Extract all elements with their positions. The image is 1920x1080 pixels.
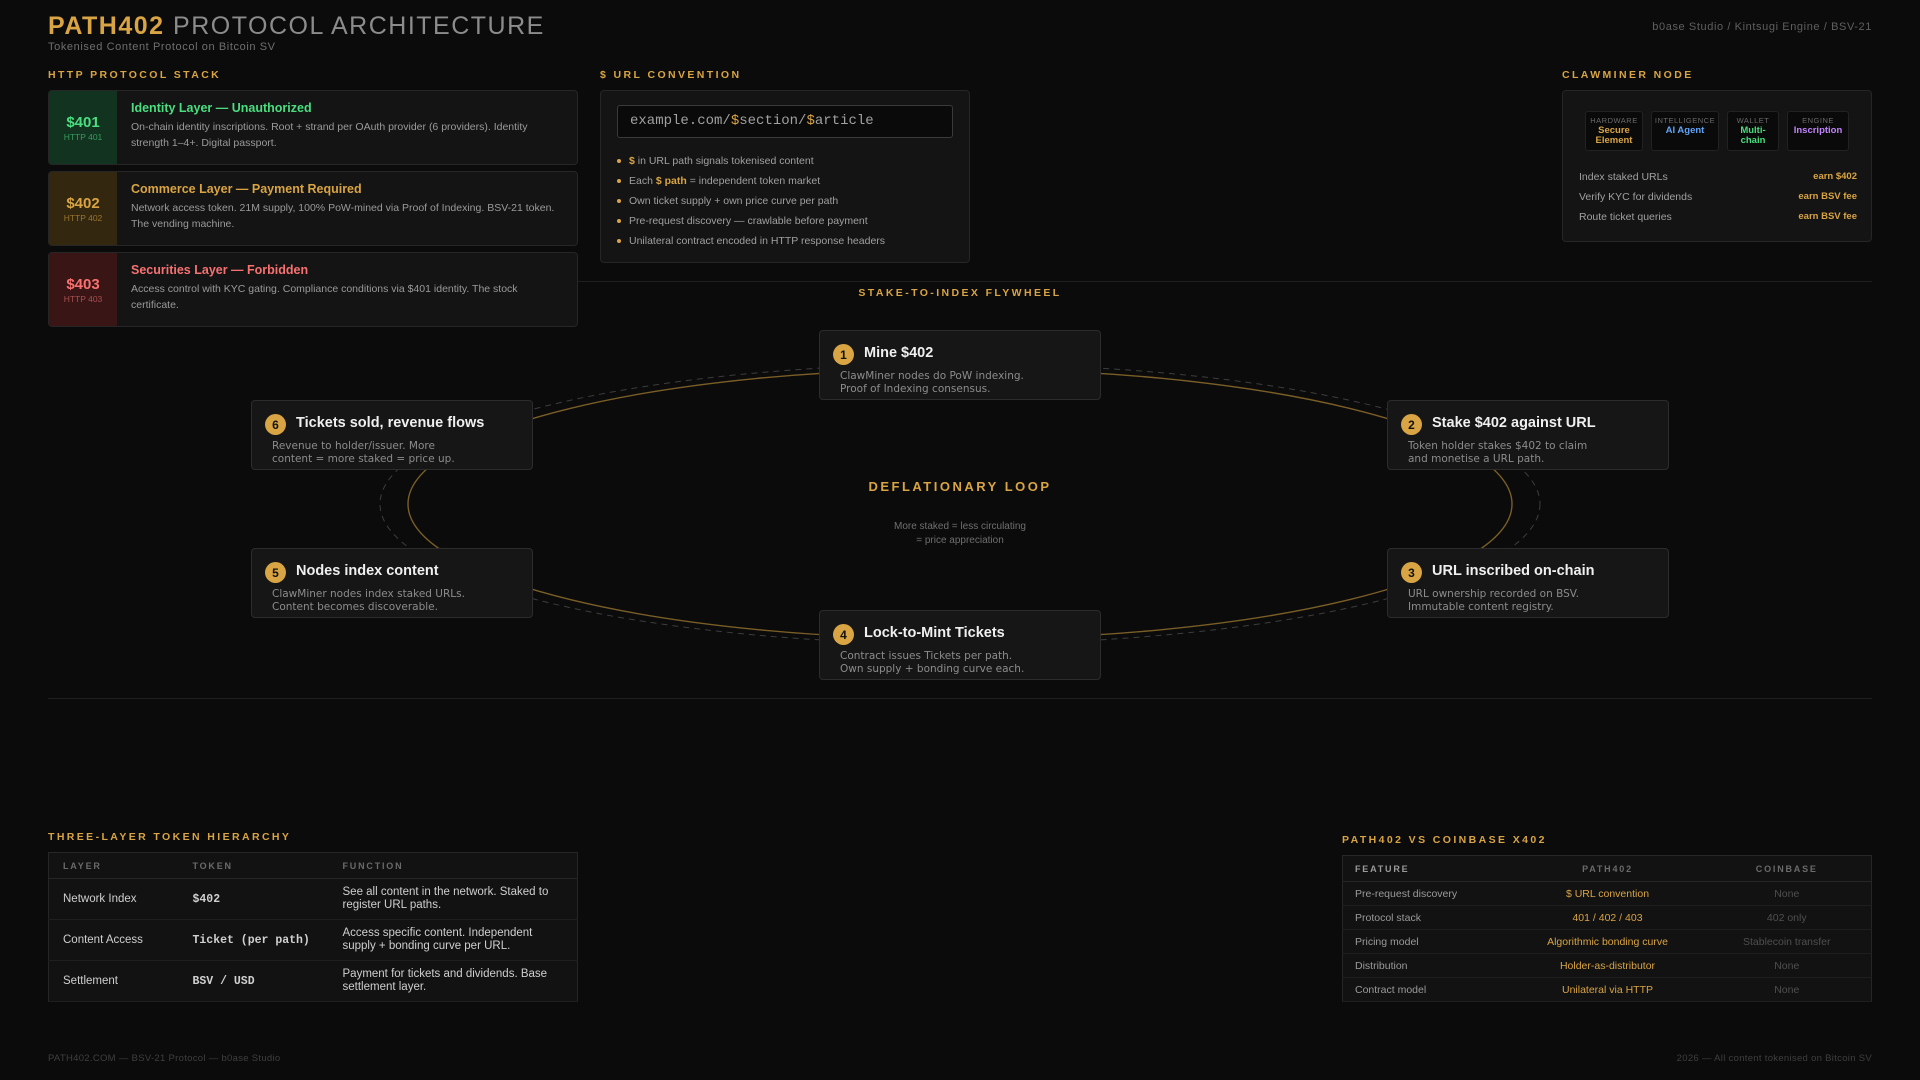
step-number: 6 [265, 414, 286, 435]
step-number: 3 [1401, 562, 1422, 583]
flywheel-step-2: 2 Stake $402 against URL Token holder st… [1387, 400, 1669, 470]
table-row: Network Index $402 See all content in th… [48, 878, 578, 920]
flywheel-step-5: 5 Nodes index content ClawMiner nodes in… [251, 548, 533, 618]
comparison-label: PATH402 VS COINBASE X402 [1342, 834, 1547, 846]
flywheel-step-3: 3 URL inscribed on-chain URL ownership r… [1387, 548, 1669, 618]
step-title: Stake $402 against URL [1432, 415, 1596, 431]
table-row: Pre-request discovery $ URL convention Non… [1342, 881, 1872, 906]
table-row: Contract model Unilateral via HTTP None [1342, 977, 1872, 1002]
step-number: 1 [833, 344, 854, 365]
step-desc: Revenue to holder/issuer. More content = … [272, 440, 455, 466]
step-title: Tickets sold, revenue flows [296, 415, 485, 431]
step-title: URL inscribed on-chain [1432, 563, 1595, 579]
hierarchy-table: LAYER TOKEN FUNCTION Network Index $402 … [48, 852, 578, 1002]
step-desc: ClawMiner nodes index staked URLs. Conten… [272, 588, 465, 614]
step-number: 4 [833, 624, 854, 645]
step-number: 5 [265, 562, 286, 583]
footer-right: 2026 — All content tokenised on Bitcoin … [1676, 1053, 1872, 1064]
table-header-row: LAYER TOKEN FUNCTION [48, 852, 578, 879]
step-desc: Contract issues Tickets per path. Own sup… [840, 650, 1025, 676]
orbit-dashed [379, 363, 1541, 645]
flywheel-center-desc: More staked = less circulating = price ap… [893, 521, 1026, 546]
table-row: Protocol stack 401 / 402 / 403 402 only [1342, 905, 1872, 930]
footer-left: PATH402.COM — BSV-21 Protocol — b0ase St… [48, 1053, 281, 1064]
table-row: Distribution Holder-as-distributor None [1342, 953, 1872, 978]
step-title: Lock-to-Mint Tickets [864, 625, 1005, 641]
flywheel-center-title: DEFLATIONARY LOOP [868, 479, 1052, 494]
step-number: 2 [1401, 414, 1422, 435]
flywheel-step-4: 4 Lock-to-Mint Tickets Contract issues T… [819, 610, 1101, 680]
step-title: Nodes index content [296, 563, 439, 579]
step-desc: ClawMiner nodes do PoW indexing. Proof of… [840, 370, 1024, 396]
table-row: Content Access Ticket (per path) Access … [48, 919, 578, 961]
flywheel-step-6: 6 Tickets sold, revenue flows Revenue to… [251, 400, 533, 470]
orbit-solid [407, 368, 1513, 640]
step-desc: Token holder stakes $402 to claim and mon… [1408, 440, 1588, 466]
hierarchy-label: THREE-LAYER TOKEN HIERARCHY [48, 831, 292, 843]
table-row: Settlement BSV / USD Payment for tickets… [48, 960, 578, 1002]
table-header-row: FEATURE PATH402 COINBASE [1342, 855, 1872, 882]
step-title: Mine $402 [864, 345, 934, 361]
table-row: Pricing model Algorithmic bonding curve St… [1342, 929, 1872, 954]
comparison-table: FEATURE PATH402 COINBASE Pre-request dis… [1342, 855, 1872, 1002]
step-desc: URL ownership recorded on BSV. Immutable … [1408, 588, 1579, 614]
flywheel-step-1: 1 Mine $402 ClawMiner nodes do PoW index… [819, 330, 1101, 400]
